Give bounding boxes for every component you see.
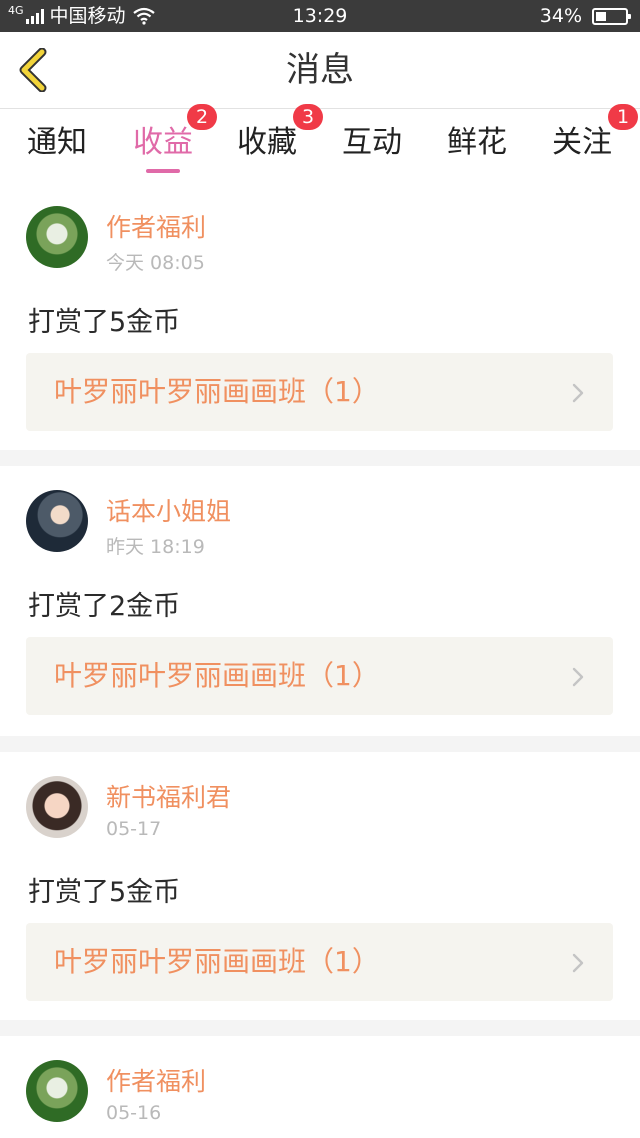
book-link[interactable]: 叶罗丽叶罗丽画画班（1） (26, 637, 613, 715)
message-card: 作者福利 05-16 (0, 1036, 640, 1138)
chevron-right-icon (572, 667, 584, 687)
message-card: 话本小姐姐 昨天 18:19 打赏了2金币 叶罗丽叶罗丽画画班（1） (0, 466, 640, 736)
author-name[interactable]: 作者福利 (106, 208, 206, 244)
message-time: 今天 08:05 (106, 252, 205, 274)
message-card: 作者福利 今天 08:05 打赏了5金币 叶罗丽叶罗丽画画班（1） (0, 182, 640, 450)
unread-badge: 3 (293, 104, 323, 130)
active-tab-indicator (146, 169, 180, 173)
unread-badge: 2 (187, 104, 217, 130)
card-divider (0, 736, 640, 752)
message-text: 打赏了5金币 (28, 307, 181, 338)
message-tabs: 通知 收益 2 收藏 3 互动 鲜花 关注 1 (0, 104, 640, 182)
card-divider (0, 450, 640, 466)
tab-interaction[interactable]: 互动 (322, 110, 422, 182)
message-text: 打赏了5金币 (28, 877, 181, 908)
book-title: 叶罗丽叶罗丽画画班（1） (54, 659, 380, 692)
book-title: 叶罗丽叶罗丽画画班（1） (54, 945, 380, 978)
tab-notify[interactable]: 通知 (7, 110, 107, 182)
tab-label: 通知 (27, 125, 87, 160)
book-link[interactable]: 叶罗丽叶罗丽画画班（1） (26, 923, 613, 1001)
author-name[interactable]: 话本小姐姐 (106, 492, 231, 528)
avatar[interactable] (26, 206, 88, 268)
battery-icon (592, 7, 631, 25)
message-card: 新书福利君 05-17 打赏了5金币 叶罗丽叶罗丽画画班（1） (0, 752, 640, 1020)
message-time: 05-17 (106, 818, 162, 840)
unread-badge: 1 (608, 104, 638, 130)
avatar[interactable] (26, 490, 88, 552)
author-name[interactable]: 作者福利 (106, 1062, 206, 1098)
message-time: 昨天 18:19 (106, 536, 205, 558)
avatar[interactable] (26, 776, 88, 838)
battery-percent: 34% (539, 5, 582, 27)
book-link[interactable]: 叶罗丽叶罗丽画画班（1） (26, 353, 613, 431)
message-text: 打赏了2金币 (28, 591, 181, 622)
tab-label: 鲜花 (447, 125, 507, 160)
card-divider (0, 1020, 640, 1036)
chevron-right-icon (572, 953, 584, 973)
tab-label: 互动 (342, 125, 402, 160)
avatar[interactable] (26, 1060, 88, 1122)
status-bar: 4G 中国移动 13:29 34% (0, 0, 640, 32)
page-title: 消息 (286, 50, 354, 90)
author-name[interactable]: 新书福利君 (106, 778, 231, 814)
book-title: 叶罗丽叶罗丽画画班（1） (54, 375, 380, 408)
nav-header: 消息 (0, 32, 640, 109)
status-right: 34% (539, 0, 631, 32)
message-time: 05-16 (106, 1102, 162, 1124)
chevron-right-icon (572, 383, 584, 403)
tab-earnings[interactable]: 收益 2 (113, 104, 217, 182)
tab-favorites[interactable]: 收藏 3 (217, 104, 323, 182)
tab-flowers[interactable]: 鲜花 (427, 110, 527, 182)
tab-follow[interactable]: 关注 1 (532, 104, 638, 182)
